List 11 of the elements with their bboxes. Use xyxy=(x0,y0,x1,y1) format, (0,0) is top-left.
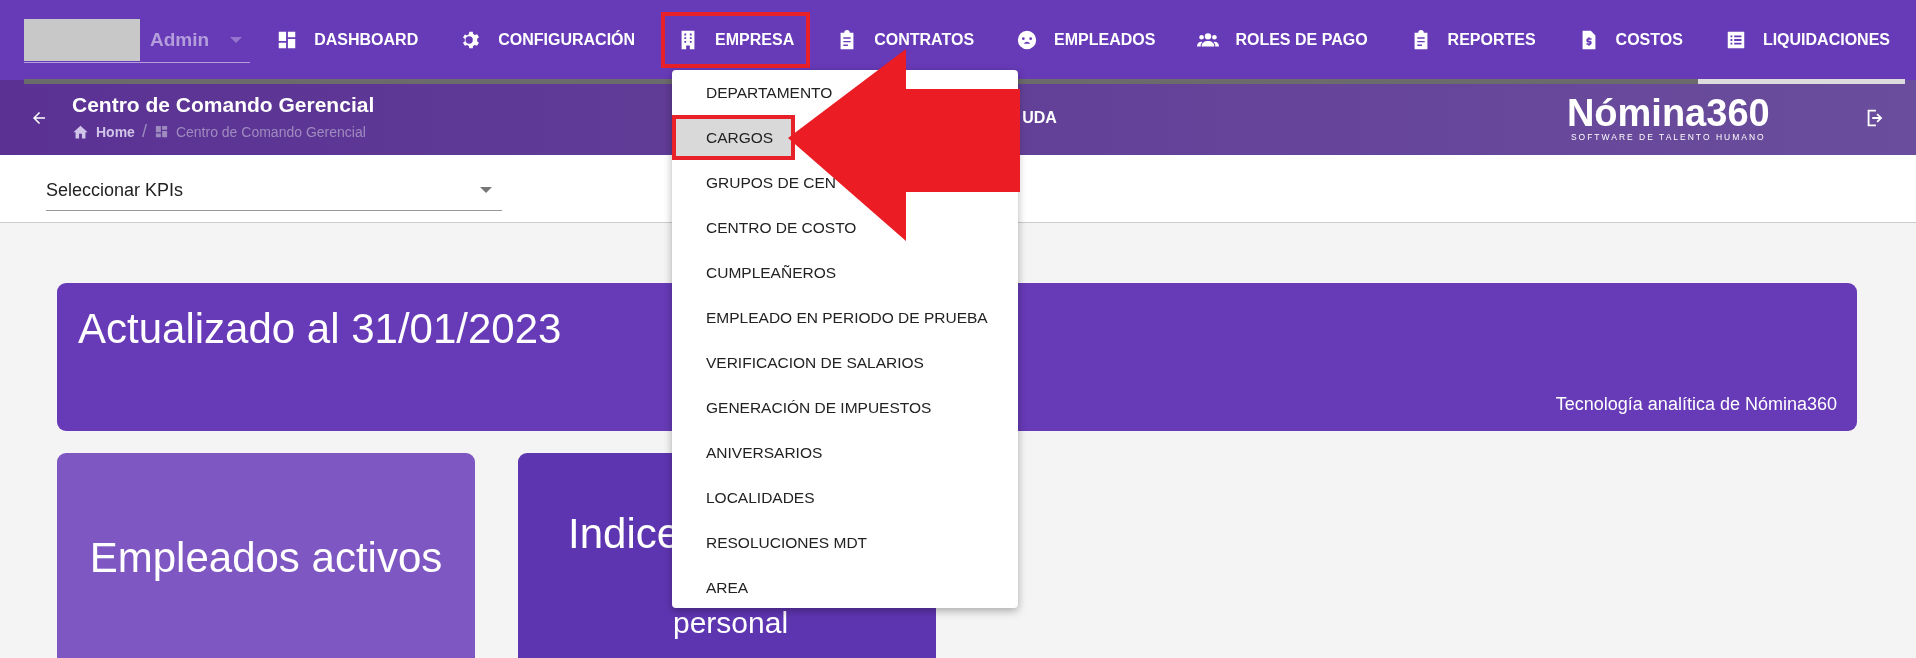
page-title: Centro de Comando Gerencial xyxy=(72,93,375,117)
breadcrumb-current: Centro de Comando Gerencial xyxy=(175,123,366,140)
banner-title: Actualizado al 31/01/2023 xyxy=(78,305,562,353)
select-placeholder: Seleccionar KPIs xyxy=(46,179,184,201)
logo-tagline: SOFTWARE DE TALENTO HUMANO xyxy=(1570,131,1766,142)
logo-text: Nómina360 xyxy=(1566,93,1770,132)
user-name: Admin xyxy=(150,28,211,51)
card-title: Empleados activos xyxy=(89,534,443,582)
banner-footer: Tecnología analítica de Nómina360 xyxy=(1555,394,1837,415)
card-title: personal xyxy=(673,606,789,640)
breadcrumb-separator: / xyxy=(141,121,147,142)
